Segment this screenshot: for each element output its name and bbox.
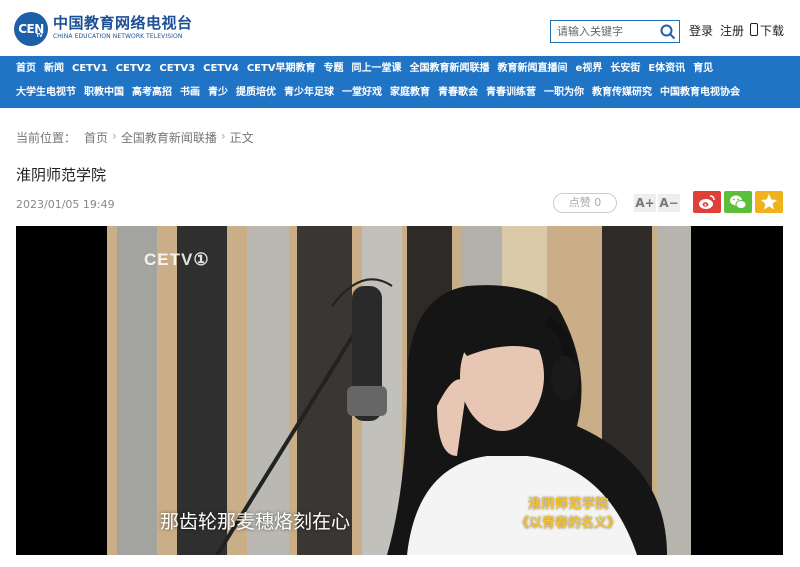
nav-item[interactable]: 育见 xyxy=(693,62,713,80)
main-nav: 首页 新闻 CETV1 CETV2 CETV3 CETV4 CETV早期教育 专题 同上一堂课全… xyxy=(0,56,800,108)
nav-item[interactable]: 长安街 xyxy=(610,62,640,80)
nav-item[interactable]: 书画 xyxy=(180,86,200,104)
logo-icon[interactable]: CEN TV xyxy=(14,12,48,46)
nav-item[interactable]: 一堂好戏 xyxy=(342,86,382,104)
channel-logo: CETV① xyxy=(144,250,210,269)
like-count: 0 xyxy=(594,196,602,209)
nav-row-1: 首页 新闻 CETV1 CETV2 CETV3 CETV4 CETV早期教育 专题 同上一堂课全… xyxy=(12,62,717,80)
nav-item[interactable]: 同上一堂课 xyxy=(352,62,402,80)
favorite-button[interactable] xyxy=(755,191,783,213)
logo-mark-sub: TV xyxy=(36,33,43,39)
nav-item[interactable]: CETV3 xyxy=(159,62,195,80)
nav-item[interactable]: 青春训练营 xyxy=(486,86,536,104)
nav-item[interactable]: 首页 xyxy=(16,62,36,80)
site-header: CEN TV 中国教育网络电视台 CHINA EDUCATION NETWORK… xyxy=(0,0,800,56)
video-brand-title: 淮阴师范学院 xyxy=(528,497,610,512)
font-decrease-button[interactable]: A− xyxy=(658,194,680,212)
page-title: 淮阴师范学院 xyxy=(16,166,107,184)
logo-title[interactable]: 中国教育网络电视台 xyxy=(53,12,193,33)
font-increase-button[interactable]: A+ xyxy=(634,194,656,212)
nav-item[interactable]: 青少年足球 xyxy=(284,86,334,104)
nav-item[interactable]: 教育传媒研究 xyxy=(592,86,652,104)
login-link[interactable]: 登录 xyxy=(689,22,713,39)
nav-item[interactable]: 全国教育新闻联播 xyxy=(410,62,490,80)
weibo-icon xyxy=(699,195,715,209)
nav-item[interactable]: CETV早期教育 xyxy=(247,62,316,80)
breadcrumb-current: 正文 xyxy=(229,131,254,145)
register-link[interactable]: 注册 xyxy=(720,22,744,39)
nav-item[interactable]: 青春歌会 xyxy=(438,86,478,104)
phone-icon[interactable] xyxy=(750,23,758,36)
logo-subtitle: CHINA EDUCATION NETWORK TELEVISION xyxy=(53,33,183,40)
breadcrumb: 当前位置： 首页 › 全国教育新闻联播 › 正文 xyxy=(16,129,254,146)
nav-item[interactable]: E体资讯 xyxy=(648,62,685,80)
nav-row-2: 大学生电视节 职教中国 高考高招 书画 青少 提质培优 青少年足球 一堂好戏 家庭教育 青春歌会青… xyxy=(12,86,744,104)
nav-item[interactable]: 中国教育电视协会 xyxy=(660,86,740,104)
like-label: 点赞 xyxy=(568,196,591,209)
breadcrumb-separator: › xyxy=(112,129,117,143)
nav-item[interactable]: 青少 xyxy=(208,86,228,104)
nav-item[interactable]: e视界 xyxy=(576,62,603,80)
search-icon[interactable] xyxy=(659,23,677,41)
star-icon xyxy=(761,194,777,210)
wechat-icon xyxy=(730,195,747,209)
video-frame: CETV① 那齿轮那麦穗烙刻在心 淮阴师范学院 《以青春的名义》 xyxy=(107,226,691,555)
nav-item[interactable]: 家庭教育 xyxy=(390,86,430,104)
breadcrumb-home[interactable]: 首页 xyxy=(84,129,108,146)
video-player[interactable]: CETV① 那齿轮那麦穗烙刻在心 淮阴师范学院 《以青春的名义》 xyxy=(16,226,783,555)
search-input[interactable] xyxy=(551,21,659,42)
wechat-share-button[interactable] xyxy=(724,191,752,213)
nav-item[interactable]: 提质培优 xyxy=(236,86,276,104)
like-button[interactable]: 点赞 0 xyxy=(553,193,617,213)
publish-date: 2023/01/05 19:49 xyxy=(16,198,115,211)
nav-item[interactable]: 职教中国 xyxy=(84,86,124,104)
search-box xyxy=(550,20,680,43)
download-link[interactable]: 下载 xyxy=(760,22,784,39)
video-subtitle: 那齿轮那麦穗烙刻在心 xyxy=(160,511,351,533)
nav-item[interactable]: CETV1 xyxy=(72,62,108,80)
nav-item[interactable]: 高考高招 xyxy=(132,86,172,104)
weibo-share-button[interactable] xyxy=(693,191,721,213)
nav-item[interactable]: 大学生电视节 xyxy=(16,86,76,104)
nav-item[interactable]: CETV2 xyxy=(116,62,152,80)
video-brand-subtitle: 《以青春的名义》 xyxy=(516,516,621,531)
nav-item[interactable]: 教育新闻直播间 xyxy=(498,62,568,80)
nav-item[interactable]: 新闻 xyxy=(44,62,64,80)
breadcrumb-section[interactable]: 全国教育新闻联播 xyxy=(121,129,217,146)
breadcrumb-separator: › xyxy=(220,129,226,143)
nav-item[interactable]: 一职为你 xyxy=(544,86,584,104)
breadcrumb-lead: 当前位置： xyxy=(16,131,77,145)
nav-item[interactable]: 专题 xyxy=(324,62,344,80)
nav-item[interactable]: CETV4 xyxy=(203,62,239,80)
